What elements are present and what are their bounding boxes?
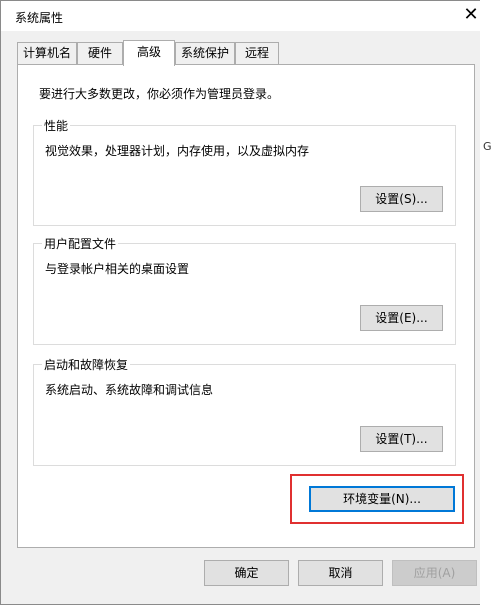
admin-notice: 要进行大多数更改，你必须作为管理员登录。 (39, 87, 280, 101)
background-text-fragment: G (483, 140, 492, 153)
cancel-button[interactable]: 取消 (298, 560, 383, 586)
performance-settings-button[interactable]: 设置(S)... (360, 186, 443, 212)
window-title: 系统属性 (15, 11, 64, 25)
ok-button[interactable]: 确定 (204, 560, 289, 586)
startup-recovery-group-title: 启动和故障恢复 (42, 356, 131, 373)
tab-advanced[interactable]: 高级 (123, 40, 175, 66)
performance-group: 性能 视觉效果，处理器计划，内存使用，以及虚拟内存 设置(S)... (33, 117, 456, 226)
user-profiles-description: 与登录帐户相关的桌面设置 (45, 262, 190, 276)
performance-description: 视觉效果，处理器计划，内存使用，以及虚拟内存 (45, 144, 310, 158)
startup-recovery-group: 启动和故障恢复 系统启动、系统故障和调试信息 设置(T)... (33, 356, 456, 466)
tab-hardware[interactable]: 硬件 (77, 42, 123, 64)
startup-recovery-description: 系统启动、系统故障和调试信息 (45, 383, 214, 397)
user-profiles-settings-button[interactable]: 设置(E)... (360, 305, 443, 331)
tab-remote[interactable]: 远程 (235, 42, 279, 64)
startup-recovery-settings-button[interactable]: 设置(T)... (360, 426, 443, 452)
background-window-edge: G (480, 0, 493, 605)
user-profiles-group: 用户配置文件 与登录帐户相关的桌面设置 设置(E)... (33, 235, 456, 345)
system-properties-dialog: 系统属性 ✕ 计算机名 硬件 高级 系统保护 远程 要进行大多数更改，你必须作为… (0, 0, 493, 605)
annotation-highlight-box (290, 474, 464, 524)
tab-computer-name[interactable]: 计算机名 (17, 42, 77, 64)
title-bar: 系统属性 ✕ (1, 1, 481, 31)
tab-system-protection[interactable]: 系统保护 (175, 42, 235, 64)
apply-button[interactable]: 应用(A) (392, 560, 477, 586)
performance-group-title: 性能 (42, 117, 71, 134)
user-profiles-group-title: 用户配置文件 (42, 235, 119, 252)
